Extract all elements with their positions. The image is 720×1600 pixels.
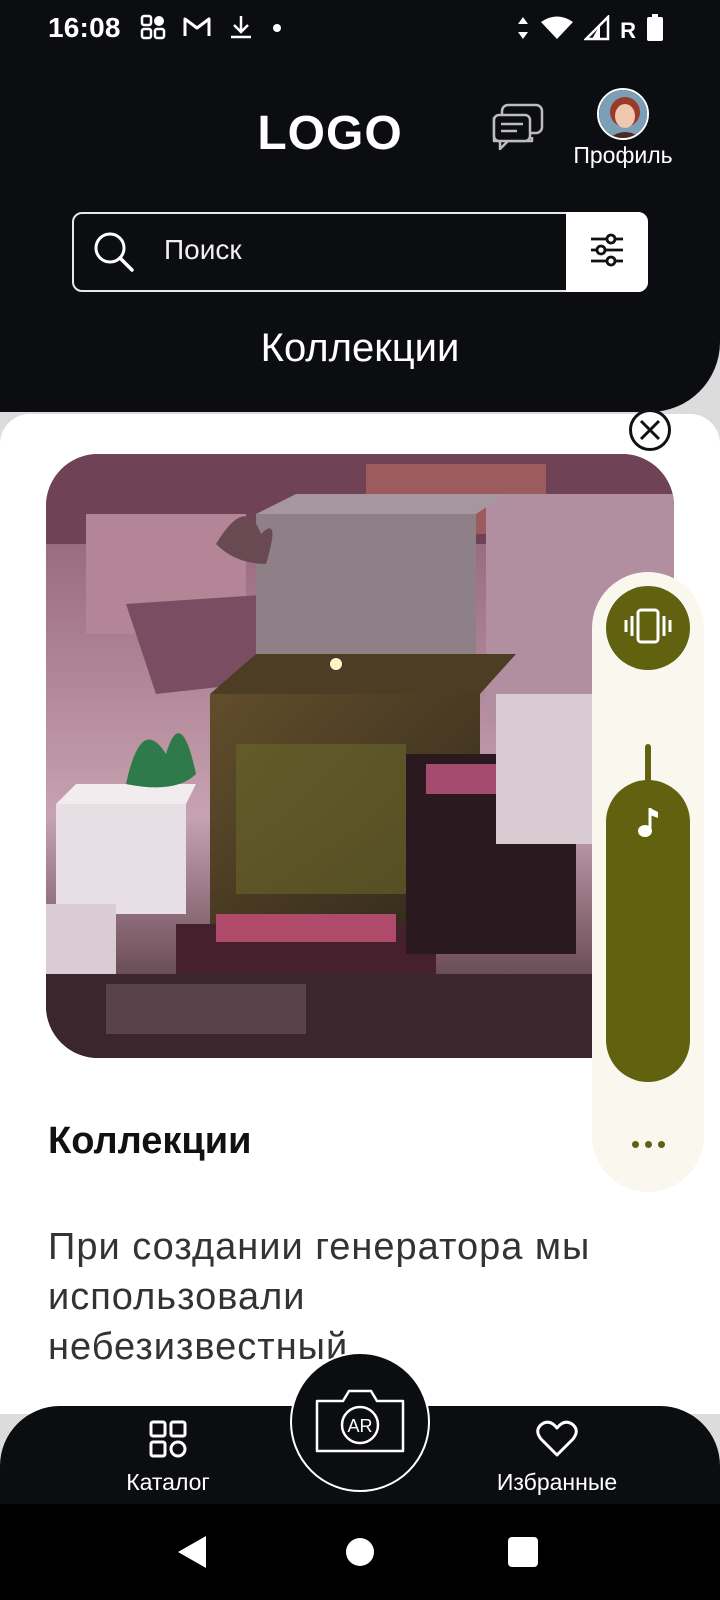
profile-button[interactable]: Профиль: [562, 88, 684, 169]
search-icon: [92, 230, 136, 279]
dot-icon: [270, 14, 284, 45]
media-volume-slider[interactable]: [606, 780, 690, 1082]
search-bar[interactable]: Поиск: [72, 212, 648, 292]
avatar: [597, 88, 649, 140]
music-note-icon: [636, 806, 660, 845]
signal-icon: [583, 13, 610, 46]
battery-icon: [646, 14, 664, 47]
close-button[interactable]: [628, 408, 672, 457]
vibrate-icon: [624, 608, 672, 649]
nav-catalog-label: Каталог: [126, 1469, 210, 1495]
profile-label: Профиль: [573, 142, 673, 168]
chat-button[interactable]: [490, 102, 548, 158]
card-title: Коллекции: [48, 1120, 252, 1162]
filter-button[interactable]: [566, 212, 648, 292]
nav-catalog[interactable]: Каталог: [100, 1420, 236, 1496]
wifi-icon: [540, 15, 574, 46]
sliders-icon: [589, 232, 625, 273]
apps-grid-icon: [140, 14, 166, 45]
download-icon: [228, 14, 254, 45]
back-icon[interactable]: [176, 1534, 208, 1575]
recent-apps-icon[interactable]: [508, 1537, 538, 1567]
camera-button[interactable]: AR: [290, 1352, 430, 1492]
status-bar: 16:08 R: [0, 0, 720, 56]
catalog-grid-icon: [149, 1420, 187, 1462]
heart-icon: [536, 1420, 578, 1462]
nav-favorites-label: Избранные: [496, 1469, 618, 1495]
app-screen: 16:08 R LOGO Профиль Поиск Коллекции Кол…: [0, 0, 720, 1600]
vibrate-button[interactable]: [606, 586, 690, 670]
app-logo[interactable]: LOGO: [0, 106, 660, 161]
header: 16:08 R LOGO Профиль Поиск Коллекции: [0, 0, 720, 412]
data-arrows-icon: [516, 15, 530, 46]
svg-text:AR: AR: [347, 1416, 372, 1436]
chat-bubbles-icon: [492, 103, 546, 158]
collection-image[interactable]: [46, 454, 674, 1058]
more-dots-icon[interactable]: [620, 1132, 676, 1156]
volume-panel: [592, 572, 704, 1192]
status-right-icons: R: [516, 13, 664, 47]
nav-favorites[interactable]: Избранные: [472, 1420, 642, 1496]
page-title: Коллекции: [260, 326, 460, 370]
gmail-icon: [182, 14, 212, 45]
close-icon: [628, 408, 672, 457]
carrier-letter: R: [620, 17, 636, 43]
status-time: 16:08: [48, 12, 121, 43]
home-icon[interactable]: [346, 1538, 374, 1566]
card-description: При создании генератора мы использовали …: [48, 1226, 591, 1368]
search-input[interactable]: Поиск: [164, 234, 242, 266]
system-navigation-bar: [0, 1504, 720, 1600]
status-left-icons: [140, 14, 284, 45]
camera-ar-icon: AR: [315, 1387, 405, 1458]
